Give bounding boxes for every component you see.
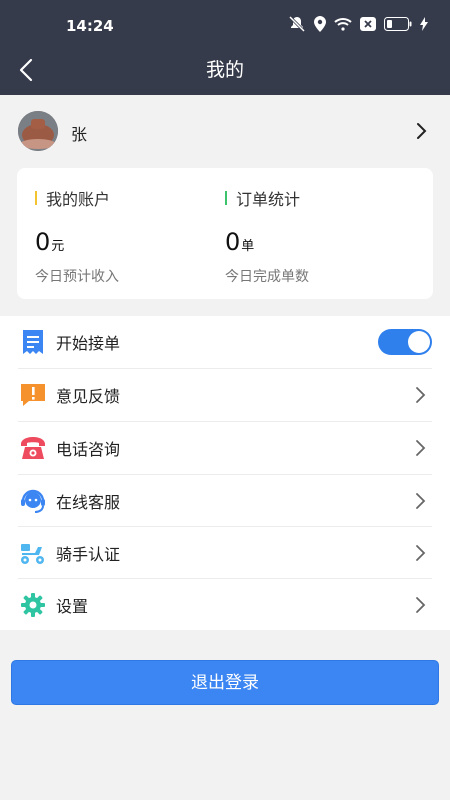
menu-item-settings[interactable]: 设置	[18, 579, 432, 631]
account-title: 我的账户	[46, 190, 111, 209]
account-value: 0	[35, 228, 51, 256]
account-accent-bar	[35, 191, 37, 205]
charging-icon	[420, 17, 428, 31]
top-bar: 14:24 我的	[0, 0, 450, 95]
headset-icon	[18, 486, 48, 516]
status-icons	[288, 16, 428, 32]
status-time: 14:24	[66, 17, 114, 35]
orders-title: 订单统计	[236, 190, 301, 209]
menu-item-label: 开始接单	[56, 334, 121, 353]
accept-orders-toggle[interactable]	[378, 329, 432, 355]
menu-list: 开始接单 意见反馈 电话咨询 在线客服 骑手认证 设置	[0, 316, 450, 630]
battery-icon	[384, 17, 412, 31]
orders-value: 0	[225, 228, 241, 256]
chevron-right-icon	[416, 597, 426, 613]
phone-icon	[18, 433, 48, 463]
menu-item-label: 骑手认证	[56, 545, 121, 564]
chevron-right-icon	[416, 387, 426, 403]
orders-accent-bar	[225, 191, 227, 205]
orders-stat[interactable]: 订单统计 0单 今日完成单数	[225, 186, 415, 286]
account-stat[interactable]: 我的账户 0元 今日预计收入	[35, 186, 225, 286]
feedback-icon	[18, 380, 48, 410]
menu-item-start-orders[interactable]: 开始接单	[18, 316, 432, 368]
account-caption: 今日预计收入	[35, 269, 119, 285]
orders-unit: 单	[241, 239, 255, 254]
menu-item-label: 电话咨询	[56, 440, 121, 459]
logout-button[interactable]: 退出登录	[11, 660, 439, 705]
wifi-icon	[334, 18, 352, 31]
menu-item-label: 在线客服	[56, 493, 121, 512]
sim-off-icon	[360, 17, 376, 31]
orders-caption: 今日完成单数	[225, 269, 309, 285]
profile-row[interactable]: 张	[0, 103, 450, 159]
menu-item-feedback[interactable]: 意见反馈	[18, 369, 432, 421]
chevron-right-icon	[416, 493, 426, 509]
menu-item-rider-verification[interactable]: 骑手认证	[18, 527, 432, 579]
chevron-right-icon	[417, 123, 427, 139]
mute-bell-icon	[288, 16, 306, 32]
chevron-right-icon	[416, 440, 426, 456]
page-title: 我的	[205, 59, 244, 81]
menu-item-phone[interactable]: 电话咨询	[18, 422, 432, 474]
location-icon	[314, 16, 326, 32]
menu-item-label: 设置	[56, 597, 89, 616]
menu-item-label: 意见反馈	[56, 387, 121, 406]
receipt-icon	[18, 327, 48, 357]
username: 张	[71, 125, 88, 144]
summary-card: 我的账户 0元 今日预计收入 订单统计 0单 今日完成单数	[17, 168, 433, 299]
menu-item-online-service[interactable]: 在线客服	[18, 475, 432, 527]
account-unit: 元	[51, 239, 65, 254]
scooter-icon	[18, 538, 48, 568]
status-bar: 14:24	[0, 0, 450, 46]
avatar[interactable]	[18, 111, 58, 151]
gear-icon	[18, 590, 48, 620]
chevron-right-icon	[416, 545, 426, 561]
